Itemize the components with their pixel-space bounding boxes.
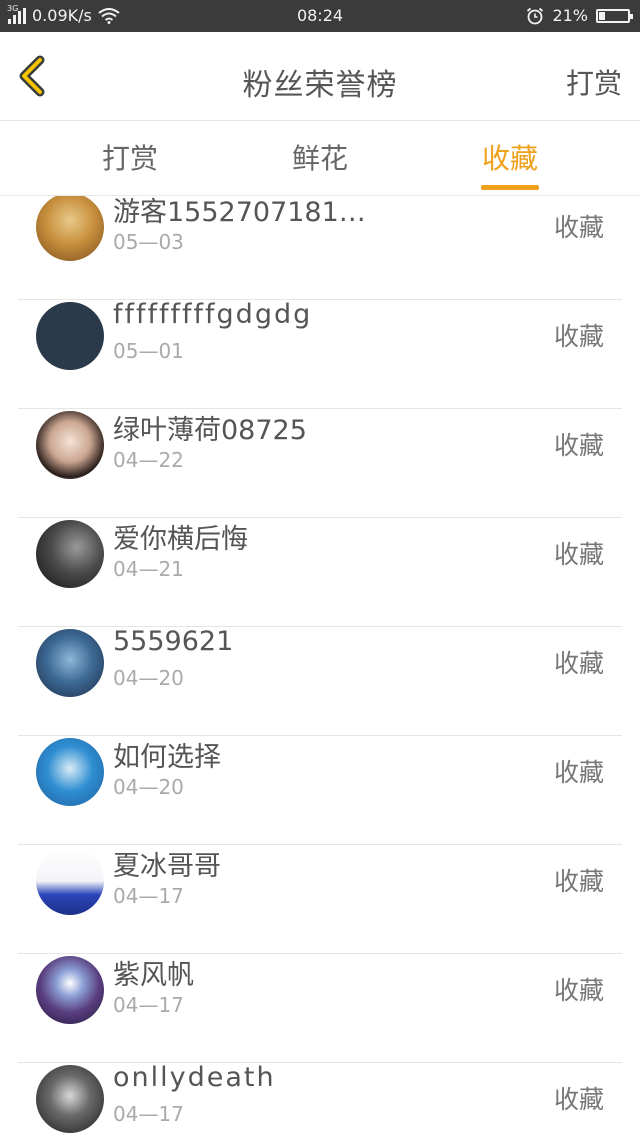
list-item[interactable]: 紫风帆 04—17 收藏	[18, 953, 622, 1063]
avatar	[36, 302, 104, 370]
fan-action: 收藏	[553, 649, 604, 678]
tab-reward[interactable]: 打赏	[70, 137, 190, 177]
list-item[interactable]: 绿叶薄荷08725 04—22 收藏	[18, 408, 622, 518]
tab-favorites[interactable]: 收藏	[450, 137, 570, 177]
battery-icon	[596, 8, 633, 23]
reward-button[interactable]: 打赏	[566, 62, 622, 102]
fan-action: 收藏	[553, 867, 604, 896]
active-tab-indicator	[481, 185, 539, 190]
list-item[interactable]: 爱你横后悔 04—21 收藏	[18, 517, 622, 627]
status-bar: 3G 0.09K/s 08:24 21%	[0, 0, 640, 32]
fan-name: 如何选择	[113, 742, 221, 773]
fan-date: 04—17	[113, 1102, 184, 1126]
fan-date: 04—22	[113, 448, 184, 472]
fan-action: 收藏	[553, 431, 604, 460]
battery-percent: 21%	[552, 6, 588, 25]
avatar	[36, 196, 104, 261]
fan-name: 爱你横后悔	[113, 524, 248, 555]
fan-name: 游客1552707181…	[113, 197, 366, 228]
list-item[interactable]: 游客1552707181… 05—03 收藏	[18, 196, 622, 300]
alarm-icon	[527, 7, 544, 24]
page-title: 粉丝荣誉榜	[242, 68, 398, 103]
fan-name: 绿叶薄荷08725	[113, 415, 307, 446]
app-header: 粉丝荣誉榜 打赏	[0, 32, 640, 121]
fan-action: 收藏	[553, 322, 604, 351]
avatar	[36, 520, 104, 588]
list-item[interactable]: 5559621 04—20 收藏	[18, 626, 622, 736]
fan-list: 游客1552707181… 05—03 收藏 fffffffffgdgdg 05…	[0, 196, 640, 1138]
tab-flowers[interactable]: 鲜花	[260, 137, 380, 177]
fan-date: 05—03	[113, 230, 184, 254]
fan-date: 04—20	[113, 666, 184, 690]
list-item[interactable]: 如何选择 04—20 收藏	[18, 735, 622, 845]
fan-action: 收藏	[553, 1085, 604, 1114]
avatar	[36, 956, 104, 1024]
avatar	[36, 738, 104, 806]
avatar	[36, 629, 104, 697]
fan-action: 收藏	[553, 213, 604, 242]
list-item[interactable]: 夏冰哥哥 04—17 收藏	[18, 844, 622, 954]
fan-action: 收藏	[553, 758, 604, 787]
list-item[interactable]: onllydeath 04—17 收藏	[18, 1062, 622, 1138]
avatar	[36, 411, 104, 479]
fan-name: fffffffffgdgdg	[113, 299, 313, 330]
fan-date: 04—17	[113, 884, 184, 908]
fan-name: 5559621	[113, 626, 234, 657]
list-item[interactable]: fffffffffgdgdg 05—01 收藏	[18, 299, 622, 409]
fan-name: 夏冰哥哥	[113, 851, 221, 882]
fan-name: 紫风帆	[113, 960, 194, 991]
fan-name: onllydeath	[113, 1062, 276, 1093]
fan-date: 04—17	[113, 993, 184, 1017]
fan-date: 04—21	[113, 557, 184, 581]
status-right: 21%	[526, 6, 633, 25]
avatar	[36, 847, 104, 915]
tab-bar: 打赏 鲜花 收藏	[0, 121, 640, 196]
avatar	[36, 1065, 104, 1133]
fan-date: 04—20	[113, 775, 184, 799]
fan-action: 收藏	[553, 976, 604, 1005]
fan-date: 05—01	[113, 339, 184, 363]
fan-action: 收藏	[553, 540, 604, 569]
